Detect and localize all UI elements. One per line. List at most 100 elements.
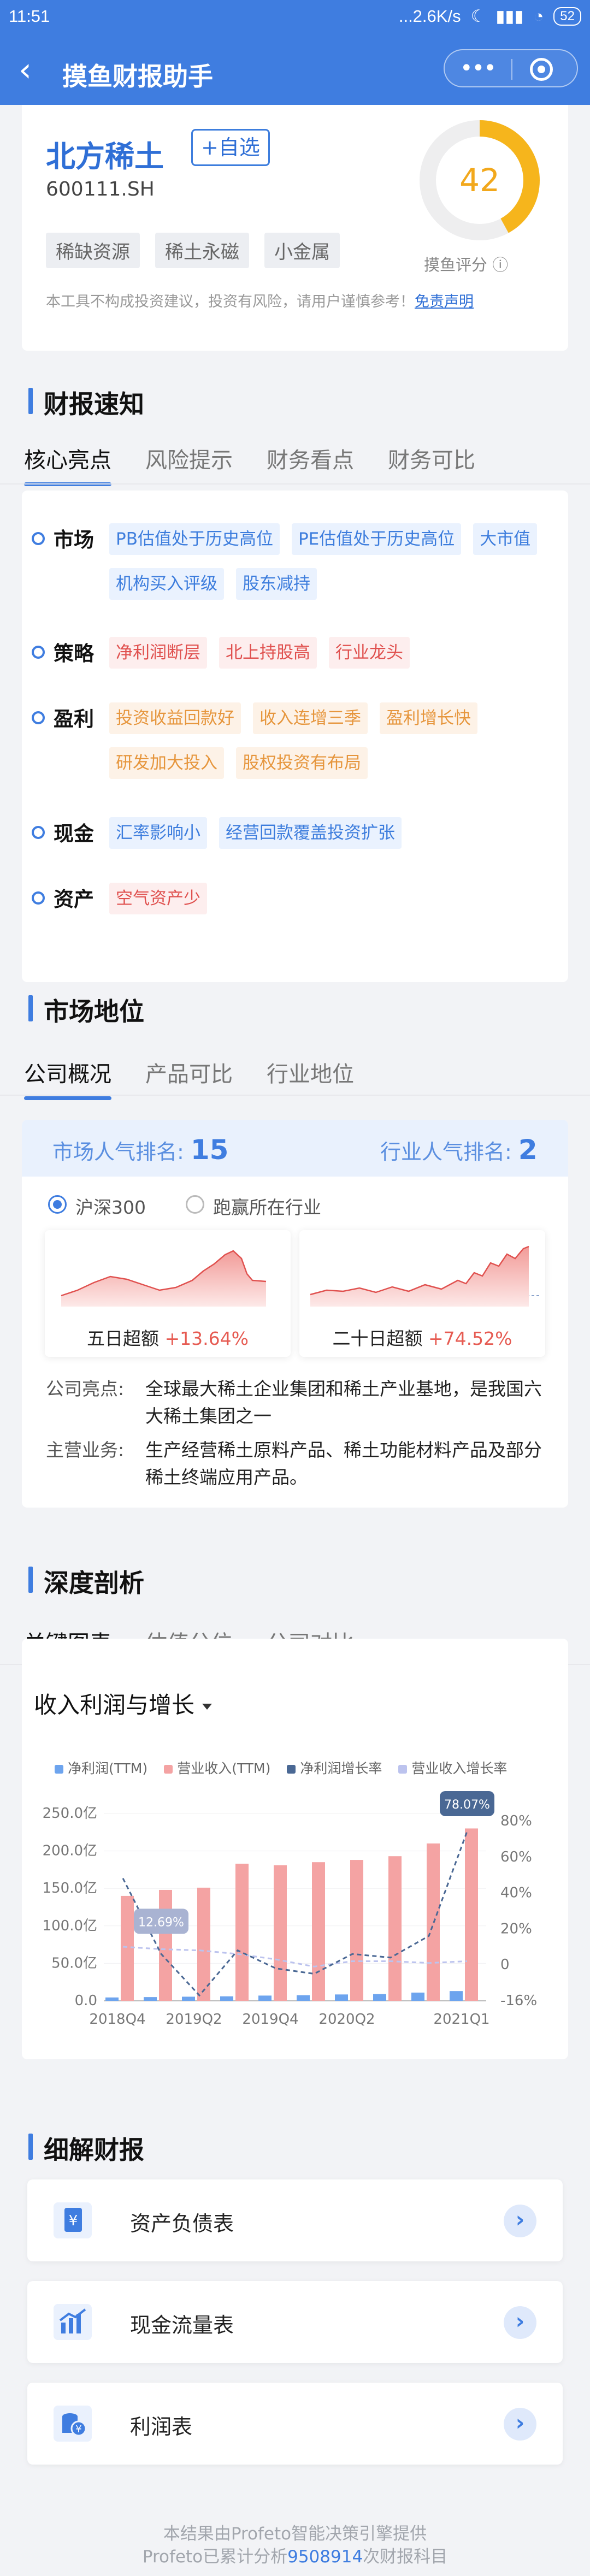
highlight-chip[interactable]: 净利润断层 (109, 637, 207, 669)
market-rank: 市场人气排名: 15 (52, 1134, 229, 1166)
twenty-day-label: 二十日超额 +74.52% (332, 1328, 512, 1349)
legend-revenue[interactable]: 营业收入(TTM) (164, 1758, 270, 1777)
status-icons: ...2.6K/s ☾ ▮▮▮ ◔ 52 (399, 7, 581, 26)
income-statement-row[interactable]: ¥ 利润表 › (27, 2383, 563, 2465)
highlight-chip[interactable]: PB估值处于历史高位 (109, 523, 280, 555)
cash-flow-row[interactable]: 现金流量表 › (27, 2281, 563, 2363)
net-profit-bar (258, 1995, 272, 2001)
y-left-tick: 200.0亿 (43, 1843, 97, 1859)
tabs-divider (0, 1095, 590, 1096)
highlight-chip[interactable]: 北上持股高 (219, 637, 317, 669)
nav-bar: ‹ 摸鱼财报助手 ••• (0, 39, 590, 105)
y-right-tick: 60% (500, 1849, 532, 1865)
capsule-divider (511, 59, 512, 80)
highlight-chip[interactable]: 大市值 (473, 523, 538, 555)
revenue-bar (350, 1860, 363, 2001)
tab-product-compare[interactable]: 产品可比 (145, 1056, 233, 1088)
y-right-tick: 0 (500, 1957, 510, 1973)
add-watchlist-button[interactable]: +自选 (191, 129, 270, 166)
balance-sheet-row[interactable]: ¥ 资产负债表 › (27, 2179, 563, 2261)
status-bar: 11:51 ...2.6K/s ☾ ▮▮▮ ◔ 52 (0, 0, 590, 39)
disclaimer-link[interactable]: 免责声明 (415, 293, 474, 310)
income-statement-label: 利润表 (130, 2415, 193, 2439)
highlight-chip[interactable]: 研发加大投入 (109, 747, 224, 779)
highlight-row: 策略 净利润断层 北上持股高 行业龙头 (32, 637, 574, 669)
tab-company-overview[interactable]: 公司概况 (24, 1056, 111, 1100)
net-profit-bar (450, 1991, 463, 2001)
tab-core-highlights[interactable]: 核心亮点 (24, 442, 111, 486)
mini-program-capsule: ••• (444, 49, 578, 87)
tab-risk[interactable]: 风险提示 (145, 442, 233, 474)
highlight-chip[interactable]: 股权投资有布局 (236, 747, 368, 779)
stock-card: 北方稀土 +自选 600111.SH 稀缺资源 稀土永磁 小金属 本工具不构成投… (22, 105, 568, 351)
y-right-tick: 20% (500, 1921, 532, 1937)
y-left-tick: 0.0 (75, 1993, 97, 2009)
highlight-category: 盈利 (32, 702, 109, 779)
y-right-tick: 80% (500, 1813, 532, 1829)
stock-tag[interactable]: 稀缺资源 (46, 233, 140, 268)
company-highlight: 公司亮点: 全球最大稀土企业集团和稀土产业基地，是我国六大稀土集团之一 (46, 1378, 542, 1427)
moon-icon: ☾ (470, 7, 486, 26)
chevron-right-icon[interactable]: › (504, 2408, 536, 2441)
revenue-bar (235, 1863, 249, 2001)
disclaimer: 本工具不构成投资建议，投资有风险，请用户谨慎参考！免责声明 (46, 289, 474, 311)
chevron-right-icon[interactable]: › (504, 2306, 536, 2339)
legend-net-growth[interactable]: 净利润增长率 (287, 1758, 382, 1777)
section-title-market: 市场地位 (28, 992, 144, 1028)
highlight-row: 盈利 投资收益回款好 收入连增三季 盈利增长快研发加大投入 股权投资有布局 (32, 702, 574, 779)
cash-flow-label: 现金流量表 (130, 2313, 234, 2337)
tab-financial-compare[interactable]: 财务可比 (388, 442, 475, 474)
close-target-icon[interactable] (530, 58, 553, 81)
highlight-chip[interactable]: 汇率影响小 (109, 817, 207, 849)
score-value: 42 (459, 162, 500, 199)
net-profit-bar (182, 1996, 195, 2001)
five-day-card[interactable]: 五日超额 +13.64% (45, 1230, 291, 1357)
highlight-chip[interactable]: PE估值处于历史高位 (291, 523, 462, 555)
highlight-chip[interactable]: 收入连增三季 (253, 702, 368, 734)
income-statement-icon: ¥ (54, 2406, 92, 2442)
y-left-tick: 250.0亿 (43, 1805, 97, 1822)
highlight-chips: 投资收益回款好 收入连增三季 盈利增长快研发加大投入 股权投资有布局 (109, 702, 574, 779)
x-tick-label: 2019Q4 (242, 2011, 298, 2028)
help-icon[interactable]: ⓘ (492, 256, 508, 274)
tab-financial-points[interactable]: 财务看点 (267, 442, 354, 474)
revenue-bar (388, 1856, 402, 2001)
back-arrow-icon[interactable]: ‹ (19, 54, 32, 86)
stock-tags: 稀缺资源 稀土永磁 小金属 (46, 233, 340, 268)
status-time: 11:51 (9, 7, 50, 26)
wifi-icon: ◔ (533, 7, 544, 26)
revenue-bar (159, 1889, 172, 2001)
x-tick-label: 2021Q1 (433, 2011, 489, 2028)
highlight-chip[interactable]: 经营回款覆盖投资扩张 (219, 817, 402, 849)
highlight-chip[interactable]: 盈利增长快 (380, 702, 477, 734)
highlight-chip[interactable]: 投资收益回款好 (109, 702, 241, 734)
highlight-chip[interactable]: 股东减持 (236, 568, 317, 600)
score-gauge: 42 (420, 120, 540, 240)
industry-rank: 行业人气排名: 2 (380, 1134, 538, 1166)
legend-rev-growth[interactable]: 营业收入增长率 (398, 1758, 507, 1777)
more-icon[interactable]: ••• (460, 56, 497, 81)
highlight-chip[interactable]: 机构买入评级 (109, 568, 224, 600)
stock-tag[interactable]: 稀土永磁 (155, 233, 249, 268)
x-tick-label: 2018Q4 (89, 2011, 145, 2028)
highlight-chip[interactable]: 行业龙头 (329, 637, 410, 669)
cash-flow-icon (54, 2304, 92, 2340)
chevron-right-icon[interactable]: › (504, 2205, 536, 2237)
svg-text:¥: ¥ (75, 2424, 81, 2435)
revenue-bar (465, 1828, 478, 2001)
x-tick-label: 2020Q2 (318, 2011, 375, 2028)
stock-tag[interactable]: 小金属 (264, 233, 340, 268)
radio-hs300[interactable]: 沪深300 (48, 1193, 146, 1219)
highlight-chip[interactable]: 空气资产少 (109, 883, 207, 914)
tab-industry-position[interactable]: 行业地位 (267, 1056, 354, 1088)
net-profit-bar (297, 1995, 310, 2001)
radio-beat-industry[interactable]: 跑赢所在行业 (186, 1193, 321, 1219)
legend-net-profit[interactable]: 净利润(TTM) (55, 1758, 148, 1777)
battery-icon: 52 (553, 7, 581, 26)
twenty-day-card[interactable]: 二十日超额 +74.52% (299, 1230, 545, 1357)
revenue-bar (274, 1865, 287, 2001)
rank-card: 市场人气排名: 15 行业人气排名: 2 沪深300 跑赢所在行业 五日超额 +13… (22, 1120, 568, 1508)
chart-select-dropdown[interactable]: 收入利润与增长 (34, 1687, 212, 1720)
revenue-bar (312, 1862, 325, 2001)
y-left-tick: 150.0亿 (43, 1880, 97, 1896)
